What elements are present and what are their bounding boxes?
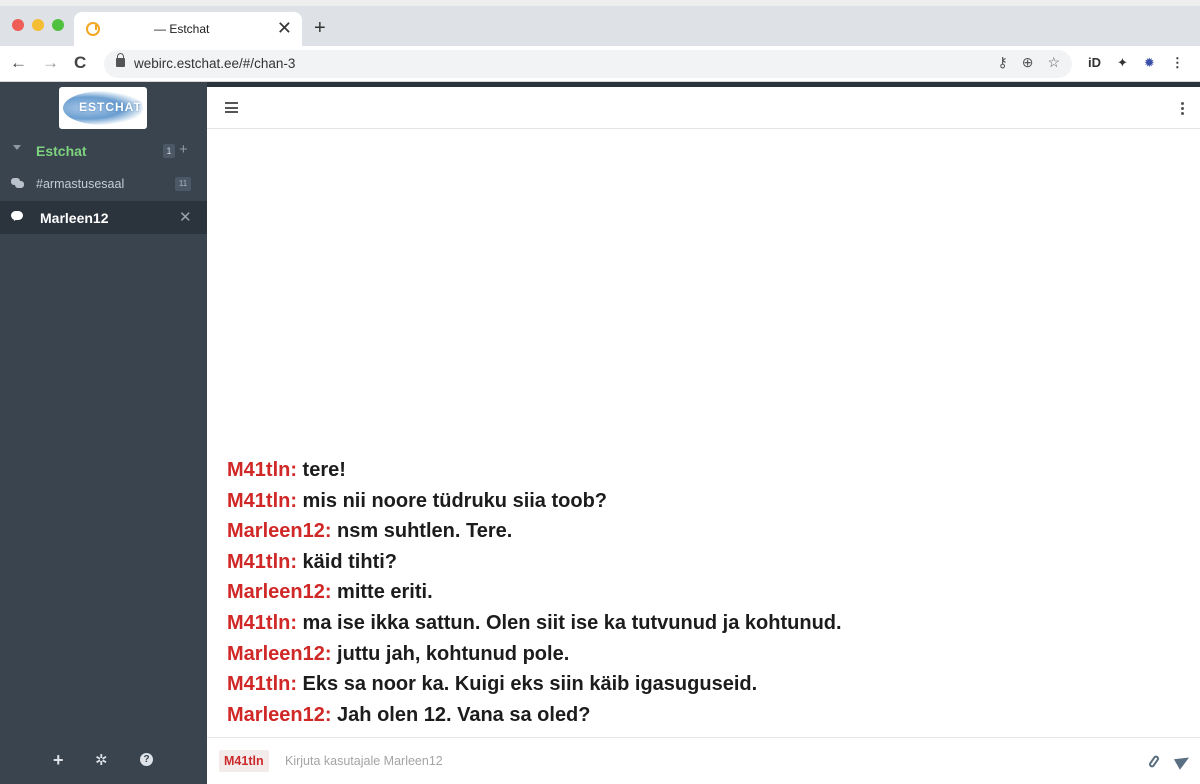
address-bar[interactable]: webirc.estchat.ee/#/chan-3 ⚷ ⊕ ☆ <box>104 50 1072 78</box>
star-icon[interactable]: ☆ <box>1047 54 1060 71</box>
message-text: mis nii noore tüdruku siia toob? <box>297 489 608 512</box>
help-icon[interactable]: ? <box>140 753 153 766</box>
chat-panel: M41tln: tere! M41tln: mis nii noore tüdr… <box>207 82 1200 784</box>
message-nick[interactable]: Marleen12: <box>227 704 332 726</box>
collapse-caret-icon[interactable] <box>13 145 21 150</box>
browser-tab-bar: — Estchat ✕ + <box>0 0 1200 46</box>
forward-button[interactable]: → <box>42 53 59 73</box>
minimize-window-button[interactable] <box>32 19 44 31</box>
sidebar-item-query-active[interactable]: Marleen12 ✕ <box>0 201 207 234</box>
favicon-icon <box>86 22 100 36</box>
network-item-estchat[interactable]: Estchat 1 + <box>0 139 207 163</box>
url-text[interactable]: webirc.estchat.ee/#/chan-3 <box>134 56 295 71</box>
lock-icon[interactable] <box>116 53 125 67</box>
message: M41tln: tere! <box>227 455 1187 486</box>
settings-icon[interactable]: ✲ <box>95 751 108 769</box>
extension-icons: iD ✦ ✹ ⋮ <box>1088 55 1184 71</box>
message: Marleen12: Jah olen 12. Vana sa oled? <box>227 700 1187 731</box>
message-text: käid tihti? <box>297 550 397 573</box>
send-icon[interactable] <box>1173 752 1193 770</box>
reload-button[interactable]: C <box>74 53 86 73</box>
message-text: Eks sa noor ka. Kuigi eks siin käib igas… <box>297 673 758 696</box>
add-network-button[interactable]: + <box>53 750 64 771</box>
message-input-bar: M41tln <box>207 737 1200 784</box>
message: M41tln: ma ise ikka sattun. Olen siit is… <box>227 608 1187 639</box>
message-text: nsm suhtlen. Tere. <box>331 520 513 543</box>
message: M41tln: mis nii noore tüdruku siia toob? <box>227 486 1187 517</box>
message-text: juttu jah, kohtunud pole. <box>331 642 570 665</box>
chat-bubbles-icon <box>11 178 24 189</box>
message-nick[interactable]: M41tln: <box>227 551 297 573</box>
profile-extension-icon[interactable]: ✹ <box>1144 55 1155 71</box>
message-text: mitte eriti. <box>331 581 433 604</box>
channel-unread-badge: 11 <box>175 177 191 191</box>
message-nick[interactable]: M41tln: <box>227 612 297 634</box>
message-input[interactable] <box>285 750 1125 772</box>
network-name[interactable]: Estchat <box>36 143 87 159</box>
chat-header <box>207 87 1200 129</box>
maximize-window-button[interactable] <box>52 19 64 31</box>
own-nick-badge[interactable]: M41tln <box>219 750 269 772</box>
message-list: M41tln: tere! M41tln: mis nii noore tüdr… <box>227 455 1187 730</box>
tab-title: — Estchat <box>154 22 210 36</box>
browser-tab[interactable]: — Estchat ✕ <box>74 12 302 46</box>
message-nick[interactable]: M41tln: <box>227 459 297 481</box>
sidebar-item-channel[interactable]: #armastusesaal 11 <box>0 172 207 196</box>
more-options-icon[interactable] <box>1181 102 1184 117</box>
hamburger-menu-icon[interactable] <box>225 102 238 113</box>
speech-bubble-icon <box>11 211 23 220</box>
key-icon[interactable]: ⚷ <box>997 54 1007 71</box>
message-nick[interactable]: Marleen12: <box>227 581 332 603</box>
close-query-button[interactable]: ✕ <box>179 208 192 226</box>
add-channel-button[interactable]: + <box>179 141 188 158</box>
message-nick[interactable]: Marleen12: <box>227 520 332 542</box>
window-controls <box>12 19 64 31</box>
browser-toolbar: ← → C webirc.estchat.ee/#/chan-3 ⚷ ⊕ ☆ i… <box>0 46 1200 82</box>
message-text: tere! <box>297 459 346 481</box>
message: M41tln: käid tihti? <box>227 547 1187 578</box>
message-text: Jah olen 12. Vana sa oled? <box>331 703 591 726</box>
back-button[interactable]: ← <box>10 53 27 73</box>
message-nick[interactable]: M41tln: <box>227 673 297 695</box>
tab-close-button[interactable]: ✕ <box>277 18 292 38</box>
sidebar: ESTCHAT Estchat 1 + #armastusesaal 11 Ma… <box>0 82 207 784</box>
estchat-logo[interactable]: ESTCHAT <box>59 87 147 129</box>
channel-name[interactable]: #armastusesaal <box>36 177 124 191</box>
sidebar-footer: + ✲ ? <box>0 750 207 770</box>
query-name[interactable]: Marleen12 <box>40 210 108 226</box>
message: Marleen12: juttu jah, kohtunud pole. <box>227 639 1187 670</box>
network-badge: 1 <box>163 144 175 158</box>
address-bar-actions: ⚷ ⊕ ☆ <box>997 54 1060 71</box>
attach-icon[interactable] <box>1147 754 1161 769</box>
message: Marleen12: mitte eriti. <box>227 577 1187 608</box>
close-window-button[interactable] <box>12 19 24 31</box>
logo-text: ESTCHAT <box>79 100 142 114</box>
id-extension-icon[interactable]: iD <box>1088 55 1101 71</box>
new-tab-button[interactable]: + <box>314 18 326 38</box>
message: M41tln: Eks sa noor ka. Kuigi eks siin k… <box>227 669 1187 700</box>
puzzle-extension-icon[interactable]: ✦ <box>1117 55 1128 71</box>
message-nick[interactable]: Marleen12: <box>227 643 332 665</box>
browser-menu-icon[interactable]: ⋮ <box>1171 55 1184 71</box>
message-nick[interactable]: M41tln: <box>227 490 297 512</box>
message: Marleen12: nsm suhtlen. Tere. <box>227 516 1187 547</box>
install-icon[interactable]: ⊕ <box>1022 54 1034 71</box>
message-text: ma ise ikka sattun. Olen siit ise ka tut… <box>297 611 842 634</box>
